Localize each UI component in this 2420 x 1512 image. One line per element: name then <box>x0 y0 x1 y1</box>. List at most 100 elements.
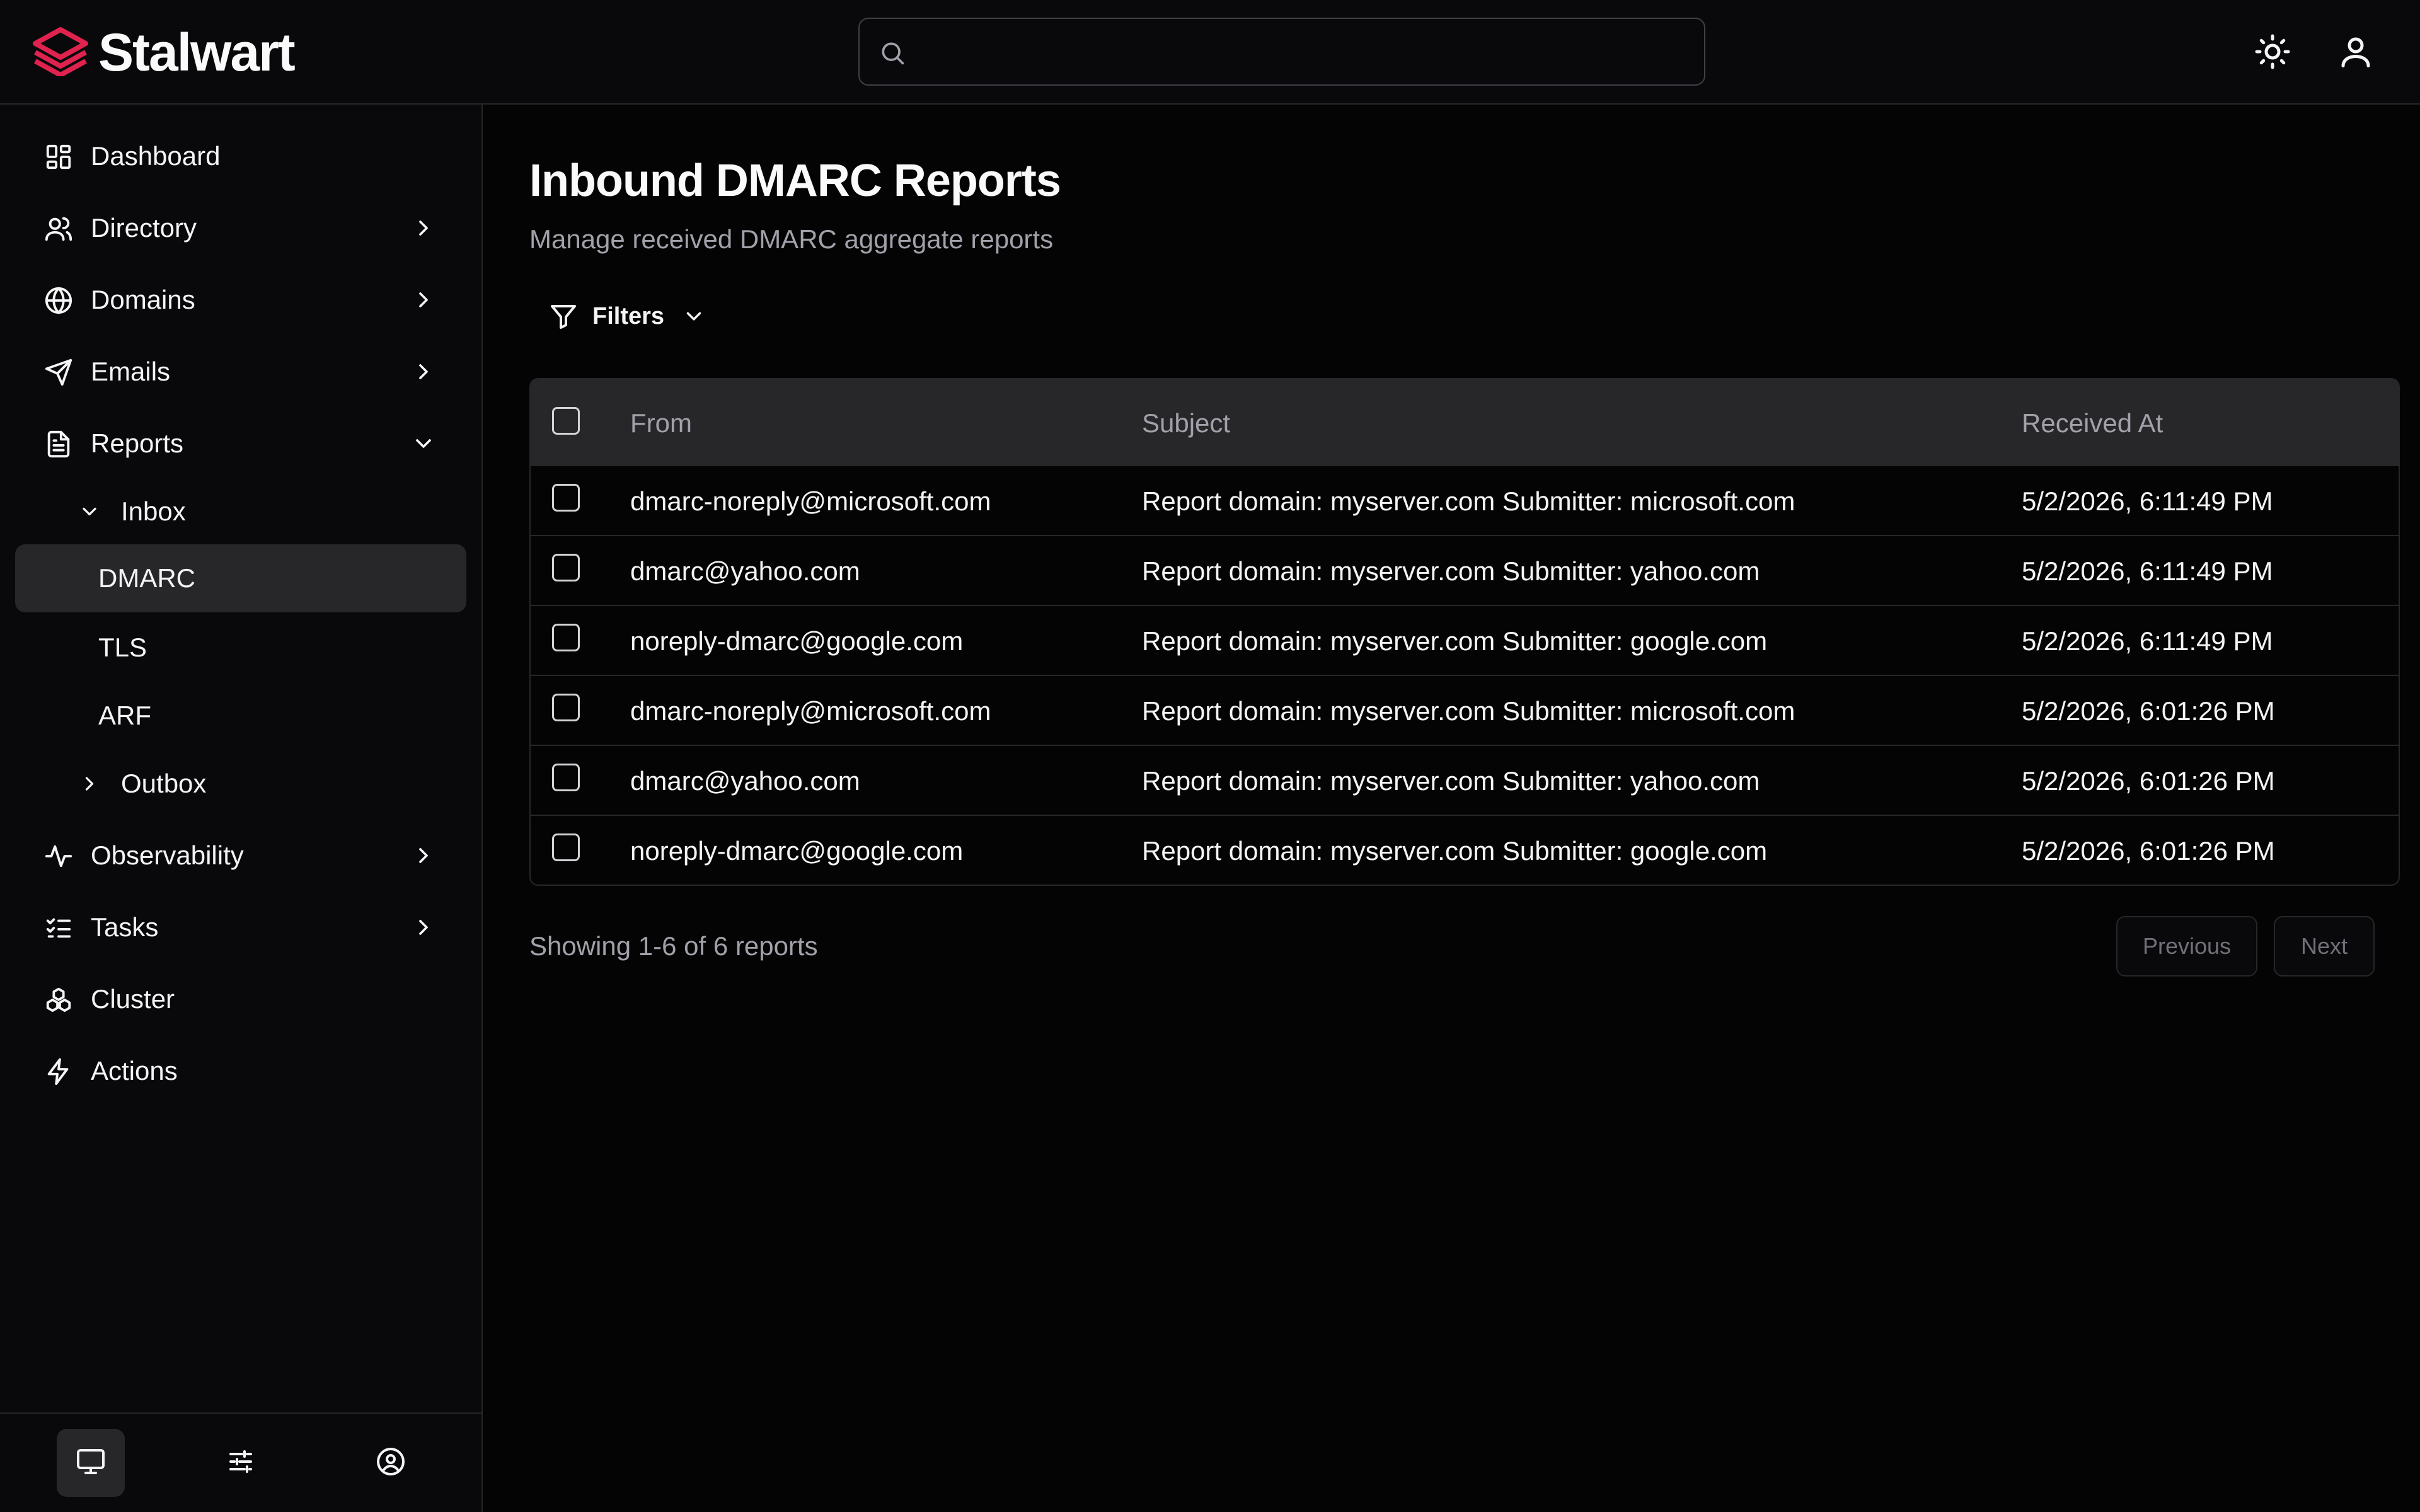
sidebar-item-outbox[interactable]: Outbox <box>15 752 466 815</box>
dashboard-icon <box>44 142 73 171</box>
cell-received-at: 5/2/2026, 6:01:26 PM <box>2022 836 2275 866</box>
sidebar-item-dashboard[interactable]: Dashboard <box>15 125 466 188</box>
cell-from: dmarc@yahoo.com <box>630 766 860 796</box>
sidebar-item-label: Actions <box>91 1056 178 1085</box>
search-input[interactable] <box>920 25 1691 79</box>
zap-icon <box>44 1057 73 1086</box>
app-window: Stalwart Dashboard Directory Domains Ema… <box>0 0 2420 1512</box>
chevron-down-icon <box>686 312 701 321</box>
sidebar-item-label: ARF <box>98 701 151 730</box>
table-row[interactable]: dmarc-noreply@microsoft.com Report domai… <box>531 675 2399 745</box>
sidebar-item-tls[interactable]: TLS <box>15 616 466 679</box>
cell-subject: Report domain: myserver.com Submitter: g… <box>1142 626 1768 656</box>
sidebar-item-label: Domains <box>91 285 195 314</box>
sidebar-item-reports[interactable]: Reports <box>15 412 466 475</box>
account-button[interactable] <box>357 1429 425 1497</box>
sidebar-item-label: TLS <box>98 633 147 662</box>
cell-subject: Report domain: myserver.com Submitter: g… <box>1142 836 1768 866</box>
cell-subject: Report domain: myserver.com Submitter: m… <box>1142 486 1795 516</box>
user-circle-icon <box>376 1446 406 1480</box>
cell-received-at: 5/2/2026, 6:01:26 PM <box>2022 766 2275 796</box>
sidebar-item-tasks[interactable]: Tasks <box>15 896 466 959</box>
row-checkbox[interactable] <box>552 694 580 721</box>
main-content: Inbound DMARC Reports Manage received DM… <box>483 105 2420 1512</box>
sidebar-item-label: Cluster <box>91 984 175 1014</box>
chevron-right-icon <box>78 772 101 795</box>
row-checkbox[interactable] <box>552 554 580 581</box>
sidebar-item-directory[interactable]: Directory <box>15 197 466 260</box>
stalwart-logo-icon <box>32 26 89 79</box>
sidebar-item-inbox[interactable]: Inbox <box>15 480 466 543</box>
sidebar-item-actions[interactable]: Actions <box>15 1040 466 1102</box>
sidebar-item-cluster[interactable]: Cluster <box>15 968 466 1031</box>
send-icon <box>44 358 73 387</box>
user-icon <box>2337 37 2375 73</box>
cell-received-at: 5/2/2026, 6:01:26 PM <box>2022 696 2275 726</box>
sidebar-item-label: Observability <box>91 840 244 870</box>
cell-received-at: 5/2/2026, 6:11:49 PM <box>2022 486 2273 516</box>
top-bar: Stalwart <box>0 0 2420 105</box>
chevron-down-icon <box>411 431 436 456</box>
search-box[interactable] <box>858 18 1705 86</box>
sidebar-item-label: Emails <box>91 357 171 386</box>
sidebar-item-label: Inbox <box>121 496 186 526</box>
cell-received-at: 5/2/2026, 6:11:49 PM <box>2022 556 2273 586</box>
user-menu-button[interactable] <box>2337 33 2375 71</box>
sidebar-item-dmarc[interactable]: DMARC <box>15 544 466 612</box>
sidebar: Dashboard Directory Domains Emails Repor… <box>0 105 483 1512</box>
table-row[interactable]: dmarc@yahoo.com Report domain: myserver.… <box>531 535 2399 605</box>
row-checkbox[interactable] <box>552 764 580 791</box>
table-row[interactable]: dmarc-noreply@microsoft.com Report domai… <box>531 465 2399 535</box>
cell-from: dmarc-noreply@microsoft.com <box>630 696 991 726</box>
chevron-right-icon <box>411 215 436 241</box>
sidebar-item-label: DMARC <box>98 563 195 593</box>
previous-page-button[interactable]: Previous <box>2116 916 2257 976</box>
theme-toggle-button[interactable] <box>2254 33 2291 71</box>
sidebar-item-label: Dashboard <box>91 141 221 171</box>
brand-logo[interactable]: Stalwart <box>32 23 296 82</box>
pagination-summary: Showing 1-6 of 6 reports <box>529 931 818 961</box>
users-icon <box>44 214 73 243</box>
filters-button[interactable]: Filters <box>548 297 706 335</box>
sidebar-item-label: Reports <box>91 428 184 458</box>
cluster-icon <box>44 985 73 1014</box>
column-header-from[interactable]: From <box>630 408 692 438</box>
sidebar-item-label: Tasks <box>91 912 159 942</box>
table-row[interactable]: noreply-dmarc@google.com Report domain: … <box>531 815 2399 885</box>
monitor-button[interactable] <box>57 1429 125 1497</box>
column-header-subject[interactable]: Subject <box>1142 408 1230 438</box>
page-subtitle: Manage received DMARC aggregate reports <box>529 224 1054 254</box>
column-header-received-at[interactable]: Received At <box>2022 408 2163 438</box>
cell-received-at: 5/2/2026, 6:11:49 PM <box>2022 626 2273 656</box>
sidebar-item-observability[interactable]: Observability <box>15 824 466 887</box>
chevron-down-icon <box>78 500 101 523</box>
activity-icon <box>44 842 73 871</box>
select-all-checkbox[interactable] <box>552 407 580 435</box>
settings-sliders-button[interactable] <box>207 1429 275 1497</box>
sun-icon <box>2254 34 2291 73</box>
sidebar-item-emails[interactable]: Emails <box>15 340 466 403</box>
cell-subject: Report domain: myserver.com Submitter: m… <box>1142 696 1795 726</box>
globe-icon <box>44 286 73 315</box>
cell-from: dmarc-noreply@microsoft.com <box>630 486 991 516</box>
table-row[interactable]: noreply-dmarc@google.com Report domain: … <box>531 605 2399 675</box>
table-row[interactable]: dmarc@yahoo.com Report domain: myserver.… <box>531 745 2399 815</box>
list-checks-icon <box>44 914 73 942</box>
row-checkbox[interactable] <box>552 833 580 861</box>
chevron-right-icon <box>411 915 436 940</box>
sidebar-item-arf[interactable]: ARF <box>15 684 466 747</box>
reports-table: From Subject Received At dmarc-noreply@m… <box>529 378 2400 886</box>
next-page-button[interactable]: Next <box>2274 916 2375 976</box>
sidebar-item-domains[interactable]: Domains <box>15 268 466 331</box>
chevron-right-icon <box>411 287 436 312</box>
table-header: From Subject Received At <box>531 379 2399 465</box>
monitor-icon <box>76 1446 106 1480</box>
filter-icon <box>551 305 576 329</box>
chevron-right-icon <box>411 843 436 868</box>
row-checkbox[interactable] <box>552 484 580 512</box>
file-text-icon <box>44 430 73 459</box>
cell-subject: Report domain: myserver.com Submitter: y… <box>1142 766 1760 796</box>
row-checkbox[interactable] <box>552 624 580 651</box>
sidebar-item-label: Outbox <box>121 769 207 798</box>
sidebar-footer <box>0 1412 481 1512</box>
